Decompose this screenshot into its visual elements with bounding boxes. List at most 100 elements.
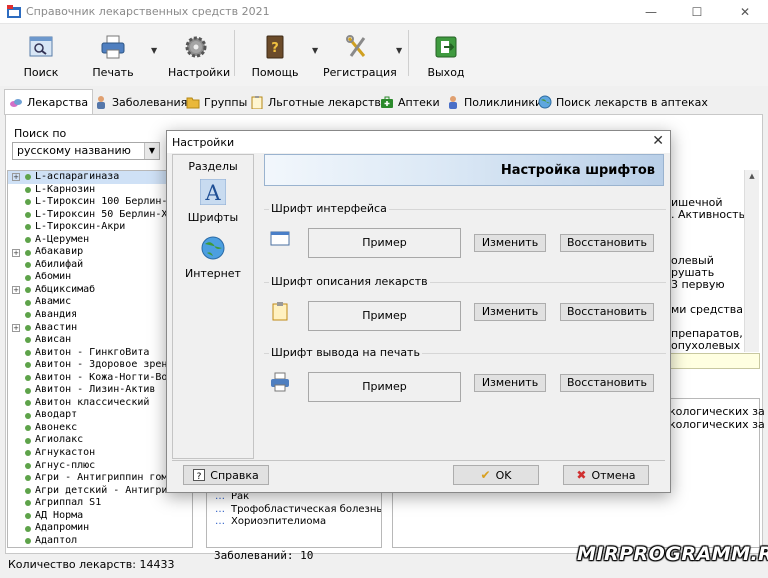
drug-list-item[interactable]: Авандия [8, 309, 192, 322]
section-internet[interactable]: Интернет [173, 235, 253, 280]
chevron-down-icon[interactable]: ▼ [144, 143, 159, 159]
tab-preferential-drugs[interactable]: Льготные лекарства [250, 90, 388, 114]
expand-icon[interactable]: + [12, 323, 20, 332]
print-dropdown-arrow-icon[interactable]: ▼ [151, 46, 157, 55]
drug-status-dot-icon [25, 324, 31, 331]
drug-list-item[interactable]: Адапромин [8, 522, 192, 535]
description-font-restore-button[interactable]: Восстановить [560, 303, 654, 321]
drug-list-item[interactable]: Авитон - Лизин-Актив [8, 384, 192, 397]
search-mode-select[interactable]: русскому названию ▼ [12, 142, 160, 160]
description-font-change-button[interactable]: Изменить [474, 303, 546, 321]
ok-button[interactable]: ✔ OK [453, 465, 539, 485]
drug-list-item[interactable]: Авитон классический [8, 397, 192, 410]
drug-name: Авитон - Кожа-Ногти-Воло [35, 371, 180, 383]
drug-list-item[interactable]: L-Карнозин [8, 184, 192, 197]
drug-status-dot-icon [25, 186, 31, 193]
drug-list-item[interactable]: Ависан [8, 334, 192, 347]
drug-list-item[interactable]: + Авастин [8, 322, 192, 335]
exit-button[interactable]: Выход [424, 28, 468, 82]
drug-list-item[interactable]: Авамис [8, 296, 192, 309]
drug-list-item[interactable]: Агиолакс [8, 434, 192, 447]
search-button[interactable]: Поиск [18, 28, 64, 82]
link-icon[interactable]: … [215, 516, 225, 527]
drug-list-item[interactable]: L-Тироксин-Акри [8, 221, 192, 234]
description-font-label: Шрифт описания лекарств [269, 275, 430, 288]
help-dropdown-arrow-icon[interactable]: ▼ [312, 46, 318, 55]
first-aid-kit-icon [381, 96, 393, 108]
drug-list-item[interactable]: Абилифай [8, 259, 192, 272]
drug-name: АД Норма [35, 509, 84, 521]
drug-list-item[interactable]: Абомин [8, 271, 192, 284]
drug-name: Авитон классический [35, 396, 150, 408]
folder-icon [186, 97, 200, 109]
search-window-icon [29, 36, 53, 57]
print-font-restore-button[interactable]: Восстановить [560, 374, 654, 392]
drug-status-dot-icon [25, 437, 31, 444]
tab-diseases[interactable]: Заболевания [94, 90, 187, 114]
disease-list-item[interactable]: … Трофобластическая болезнь [207, 504, 381, 517]
registration-button[interactable]: Регистрация [323, 28, 397, 82]
expand-icon[interactable]: + [12, 173, 20, 182]
help-button[interactable]: ? Помощь [250, 28, 300, 82]
drug-list-item[interactable]: Агри - Антигриппин гомеоп [8, 472, 192, 485]
tab-clinics[interactable]: Поликлиники [446, 90, 542, 114]
drug-list-item[interactable]: Агри детский - Антигриппи [8, 485, 192, 498]
link-icon[interactable]: … [215, 504, 225, 515]
settings-button[interactable]: Настройки [168, 28, 230, 82]
drug-list-item[interactable]: + Абциксимаб [8, 284, 192, 297]
drug-list-item[interactable]: А-Церумен [8, 234, 192, 247]
interface-font-restore-button[interactable]: Восстановить [560, 234, 654, 252]
drug-status-dot-icon [25, 400, 31, 407]
drug-list-item[interactable]: Агриппал S1 [8, 497, 192, 510]
drug-list-item[interactable]: Агнукастон [8, 447, 192, 460]
print-font-change-button[interactable]: Изменить [474, 374, 546, 392]
close-icon[interactable]: ✕ [652, 133, 664, 149]
cancel-button[interactable]: ✖ Отмена [563, 465, 649, 485]
help-dialog-button[interactable]: ? Справка [183, 465, 269, 485]
drug-list-item[interactable]: L-Тироксин 100 Берлин-Хем [8, 196, 192, 209]
sections-panel: Разделы A Шрифты Интернет [172, 154, 254, 459]
expand-icon[interactable]: + [12, 248, 20, 257]
drug-list-item[interactable]: Агнус-плюс [8, 460, 192, 473]
dialog-title: Настройки [172, 136, 235, 149]
drug-status-dot-icon [25, 287, 31, 294]
drug-status-dot-icon [25, 224, 31, 231]
description-scrollbar[interactable]: ▲ [744, 170, 759, 352]
tab-pharmacies[interactable]: Аптеки [380, 90, 440, 114]
print-button[interactable]: Печать [90, 28, 136, 82]
drug-status-dot-icon [25, 412, 31, 419]
drug-list-item[interactable]: Аводарт [8, 409, 192, 422]
drug-list-item[interactable]: Авитон - ГинкгоВита [8, 347, 192, 360]
window-icon [270, 231, 290, 246]
ok-button-label: OK [495, 468, 512, 482]
minimize-button[interactable]: — [628, 0, 674, 24]
drug-list-item[interactable]: Авонекс [8, 422, 192, 435]
drug-name: Ависан [35, 334, 72, 346]
window-title: Справочник лекарственных средств 2021 [26, 5, 270, 18]
drug-list-item[interactable]: L-Тироксин 50 Берлин-Хем [8, 209, 192, 222]
tab-groups-label: Группы [204, 95, 248, 109]
drug-list-item[interactable]: Авитон - Здоровое зрение [8, 359, 192, 372]
tab-groups[interactable]: Группы [186, 90, 247, 114]
drug-name: Авандия [35, 309, 78, 321]
drug-list-item[interactable]: Адаптол [8, 535, 192, 547]
drug-list-item[interactable]: Авитон - Кожа-Ногти-Воло [8, 372, 192, 385]
tab-pharmacy-search[interactable]: Поиск лекарств в аптеках [538, 90, 708, 114]
drug-list-item[interactable]: + L-аспарагиназа [8, 171, 192, 184]
print-button-label: Печать [92, 66, 134, 79]
disease-list-item[interactable]: … Хориоэпителиома [207, 516, 381, 529]
tab-drugs[interactable]: Лекарства [4, 89, 94, 115]
section-fonts[interactable]: A Шрифты [173, 178, 253, 224]
drug-name: Агнус-плюс [35, 459, 96, 471]
disease-list[interactable]: … Рак… Трофобластическая болезнь… Хориоэпит… [206, 490, 382, 548]
scroll-up-icon[interactable]: ▲ [745, 172, 759, 180]
drug-list-item[interactable]: АД Норма [8, 510, 192, 523]
drug-list-item[interactable]: + Абакавир [8, 246, 192, 259]
drug-name: Абакавир [35, 246, 84, 258]
registration-dropdown-arrow-icon[interactable]: ▼ [396, 46, 402, 55]
maximize-button[interactable]: ☐ [674, 0, 720, 24]
close-window-button[interactable]: ✕ [722, 0, 768, 24]
interface-font-change-button[interactable]: Изменить [474, 234, 546, 252]
drug-name: L-Карнозин [35, 183, 96, 195]
expand-icon[interactable]: + [12, 286, 20, 295]
